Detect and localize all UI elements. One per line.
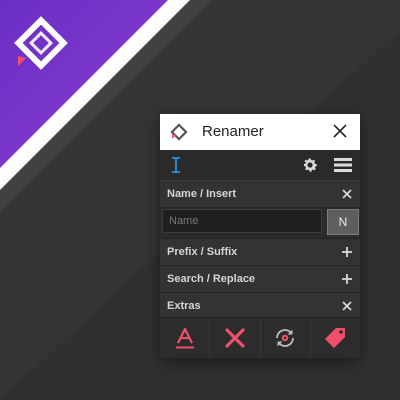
title-bar: Renamer	[160, 114, 360, 150]
section-label: Name / Insert	[167, 188, 237, 200]
refresh-settings-button[interactable]	[261, 318, 311, 358]
close-icon[interactable]	[342, 301, 352, 311]
text-cursor-icon[interactable]	[170, 156, 182, 174]
name-insert-row: N	[160, 208, 360, 239]
section-prefix-suffix[interactable]: Prefix / Suffix	[160, 239, 360, 266]
extras-actions	[160, 317, 360, 358]
renamer-app-icon	[170, 123, 188, 141]
text-case-icon	[175, 327, 194, 349]
text-case-button[interactable]	[160, 318, 211, 358]
close-icon	[225, 328, 245, 348]
gear-icon[interactable]	[301, 156, 319, 174]
section-label: Extras	[167, 300, 201, 312]
menu-icon[interactable]	[334, 157, 352, 173]
toolbar	[160, 150, 360, 181]
section-extras[interactable]: Extras	[160, 293, 360, 320]
plus-icon[interactable]	[342, 274, 352, 284]
close-window-icon[interactable]	[332, 123, 348, 139]
close-icon[interactable]	[342, 189, 352, 199]
refresh-settings-icon	[276, 329, 295, 347]
n-button[interactable]: N	[327, 209, 359, 235]
section-name-insert[interactable]: Name / Insert	[160, 181, 360, 208]
name-input[interactable]	[162, 209, 322, 233]
tag-button[interactable]	[311, 318, 360, 358]
section-search-replace[interactable]: Search / Replace	[160, 266, 360, 293]
section-label: Prefix / Suffix	[167, 246, 238, 258]
tag-icon	[325, 328, 346, 348]
window-title: Renamer	[202, 123, 264, 140]
renamer-panel: Renamer Name / Insert N Pref	[160, 114, 360, 358]
section-label: Search / Replace	[167, 273, 256, 285]
plus-icon[interactable]	[342, 247, 352, 257]
renamer-logo-icon	[14, 16, 68, 70]
clear-button[interactable]	[210, 318, 261, 358]
